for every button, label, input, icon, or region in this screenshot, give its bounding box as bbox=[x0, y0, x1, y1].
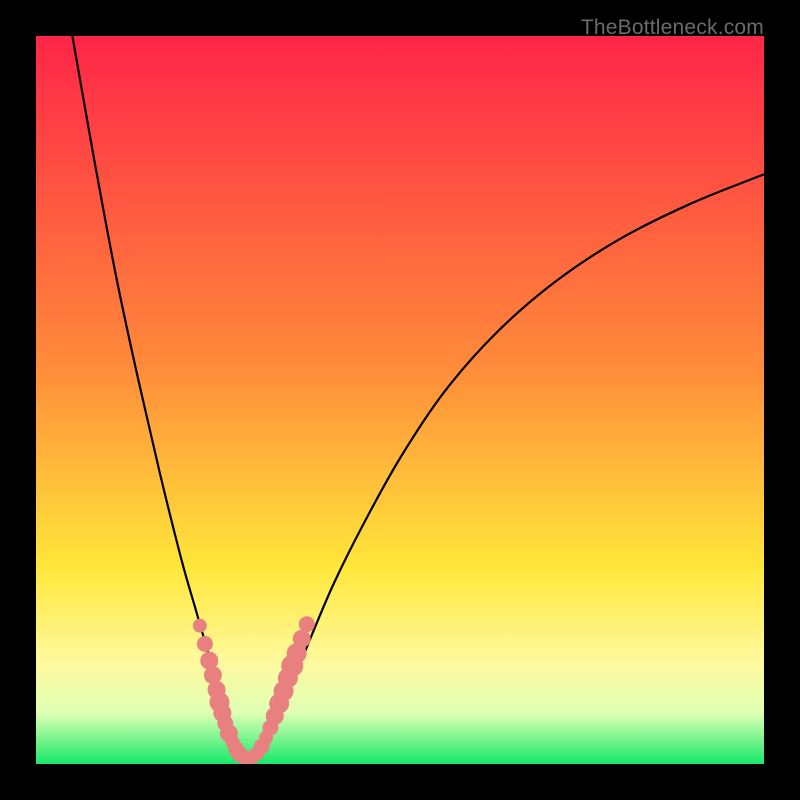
marker-point bbox=[193, 619, 207, 633]
plot-area bbox=[36, 36, 764, 764]
gradient-background bbox=[36, 36, 764, 764]
bottleneck-chart bbox=[36, 36, 764, 764]
marker-point bbox=[197, 636, 213, 652]
marker-point bbox=[293, 630, 311, 648]
marker-point bbox=[299, 616, 315, 632]
outer-frame: TheBottleneck.com bbox=[0, 0, 800, 800]
